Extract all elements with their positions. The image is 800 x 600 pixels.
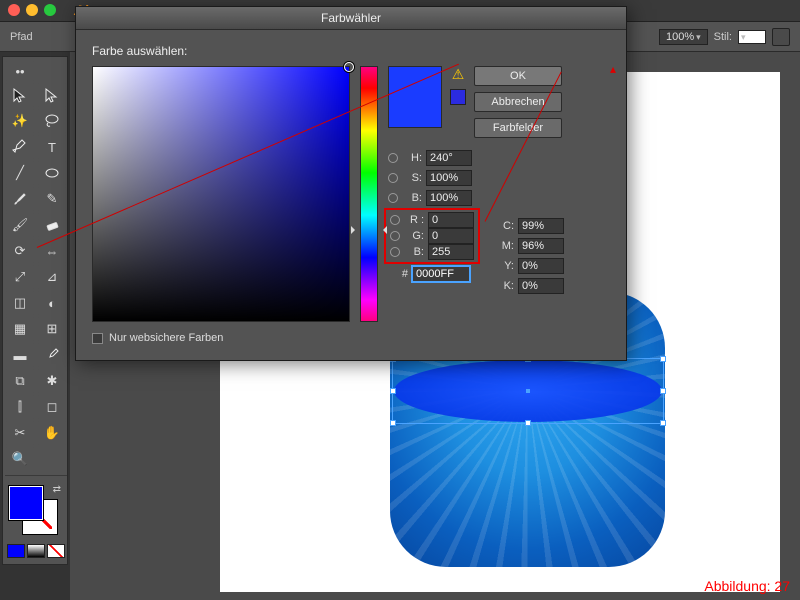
selection-bounding-box [392, 358, 664, 424]
sv-cursor[interactable] [344, 62, 354, 72]
color-mode-button[interactable] [7, 544, 25, 558]
resize-handle[interactable] [525, 420, 531, 426]
gradient-mode-button[interactable] [27, 544, 45, 558]
zoom-window-button[interactable] [44, 4, 56, 16]
type-tool[interactable]: T [37, 135, 67, 159]
lasso-tool[interactable] [37, 109, 67, 133]
shape-builder-tool[interactable]: ◐ [37, 291, 67, 315]
s-radio[interactable] [388, 173, 398, 183]
y-field[interactable] [518, 258, 564, 274]
h-label: H: [402, 152, 422, 164]
symbol-sprayer-tool[interactable]: ✱ [37, 369, 67, 393]
c-label: C: [494, 220, 514, 232]
style-label: Stil: [714, 31, 732, 43]
blend-tool[interactable]: ⧉ [5, 369, 35, 393]
selection-type-label: Pfad [10, 31, 33, 43]
selection-center [526, 389, 530, 393]
eyedropper-tool[interactable] [37, 343, 67, 367]
blob-brush-tool[interactable]: 🖌 [5, 213, 35, 237]
style-swatch-dropdown[interactable] [738, 30, 766, 44]
pencil-tool[interactable]: ✎ [37, 187, 67, 211]
window-controls [8, 4, 56, 16]
direct-selection-tool[interactable] [37, 83, 67, 107]
s-field[interactable] [426, 170, 472, 186]
r-label: R : [404, 214, 424, 226]
annotation-arrowhead: ▴ [610, 62, 616, 76]
reflect-tool[interactable]: ⇔ [37, 239, 67, 263]
column-graph-tool[interactable]: ⫿ [5, 395, 35, 419]
resize-handle[interactable] [390, 388, 396, 394]
c-field[interactable] [518, 218, 564, 234]
r-field[interactable] [428, 212, 474, 228]
fill-swatch[interactable] [9, 486, 43, 520]
magic-wand-tool[interactable]: ✨ [5, 109, 35, 133]
gamut-warning-icon[interactable]: ⚠ [452, 66, 465, 83]
slice-tool[interactable]: ✂ [5, 421, 35, 445]
websafe-checkbox[interactable] [92, 333, 103, 344]
gradient-tool[interactable]: ▬ [5, 343, 35, 367]
choose-color-label: Farbe auswählen: [92, 44, 610, 58]
zoom-tool[interactable]: 🔍 [5, 447, 35, 471]
resize-handle[interactable] [660, 356, 666, 362]
r-radio[interactable] [390, 215, 400, 225]
b-label: B: [404, 246, 424, 258]
resize-handle[interactable] [660, 388, 666, 394]
rgb-highlight-annotation: R : G: B: [384, 208, 480, 264]
minimize-window-button[interactable] [26, 4, 38, 16]
paintbrush-tool[interactable] [5, 187, 35, 211]
ok-button[interactable]: OK [474, 66, 562, 86]
bright-label: B: [402, 192, 422, 204]
pen-tool[interactable] [5, 135, 35, 159]
saturation-value-field[interactable] [92, 66, 350, 322]
swap-fill-stroke-icon[interactable]: ⇄ [53, 484, 61, 495]
resize-handle[interactable] [390, 420, 396, 426]
color-picker-dialog: Farbwähler Farbe auswählen: ⚠ [75, 6, 627, 361]
zoom-field[interactable]: 100% [659, 29, 708, 45]
k-label: K: [494, 280, 514, 292]
s-label: S: [402, 172, 422, 184]
doc-setup-button[interactable] [772, 28, 790, 46]
g-label: G: [404, 230, 424, 242]
selected-ellipse[interactable] [394, 360, 662, 422]
none-mode-button[interactable] [47, 544, 65, 558]
eraser-tool[interactable] [37, 213, 67, 237]
tools-panel: •• ✨ T ╱ ✎ 🖌 ⟳ ⇔ ⤢ ⊿ ◫ ◐ ▦ ⊞ ▬ ⧉ ✱ ⫿ ◻ ✂… [2, 56, 68, 565]
figure-caption: Abbildung: 27 [704, 578, 790, 594]
mesh-tool[interactable]: ⊞ [37, 317, 67, 341]
m-field[interactable] [518, 238, 564, 254]
h-radio[interactable] [388, 153, 398, 163]
swatches-button[interactable]: Farbfelder [474, 118, 562, 138]
panel-grip[interactable]: •• [5, 61, 35, 81]
h-field[interactable] [426, 150, 472, 166]
rotate-tool[interactable]: ⟳ [5, 239, 35, 263]
y-label: Y: [494, 260, 514, 272]
gamut-suggest-swatch[interactable] [450, 89, 466, 105]
perspective-tool[interactable]: ▦ [5, 317, 35, 341]
fill-stroke-control[interactable]: ⇄ [5, 484, 67, 538]
bright-field[interactable] [426, 190, 472, 206]
hex-label: # [388, 268, 408, 280]
free-transform-tool[interactable]: ◫ [5, 291, 35, 315]
m-label: M: [494, 240, 514, 252]
resize-handle[interactable] [660, 420, 666, 426]
selection-tool[interactable] [5, 83, 35, 107]
b-field[interactable] [428, 244, 474, 260]
g-radio[interactable] [390, 231, 400, 241]
scale-tool[interactable]: ⤢ [5, 265, 35, 289]
hex-field[interactable] [412, 266, 470, 282]
line-tool[interactable]: ╱ [5, 161, 35, 185]
dialog-title: Farbwähler [76, 7, 626, 30]
width-tool[interactable]: ⊿ [37, 265, 67, 289]
g-field[interactable] [428, 228, 474, 244]
k-field[interactable] [518, 278, 564, 294]
artboard-tool[interactable]: ◻ [37, 395, 67, 419]
b-radio[interactable] [390, 247, 400, 257]
websafe-label: Nur websichere Farben [109, 332, 223, 344]
bright-radio[interactable] [388, 193, 398, 203]
close-window-button[interactable] [8, 4, 20, 16]
hand-tool[interactable]: ✋ [37, 421, 67, 445]
ellipse-tool[interactable] [37, 161, 67, 185]
